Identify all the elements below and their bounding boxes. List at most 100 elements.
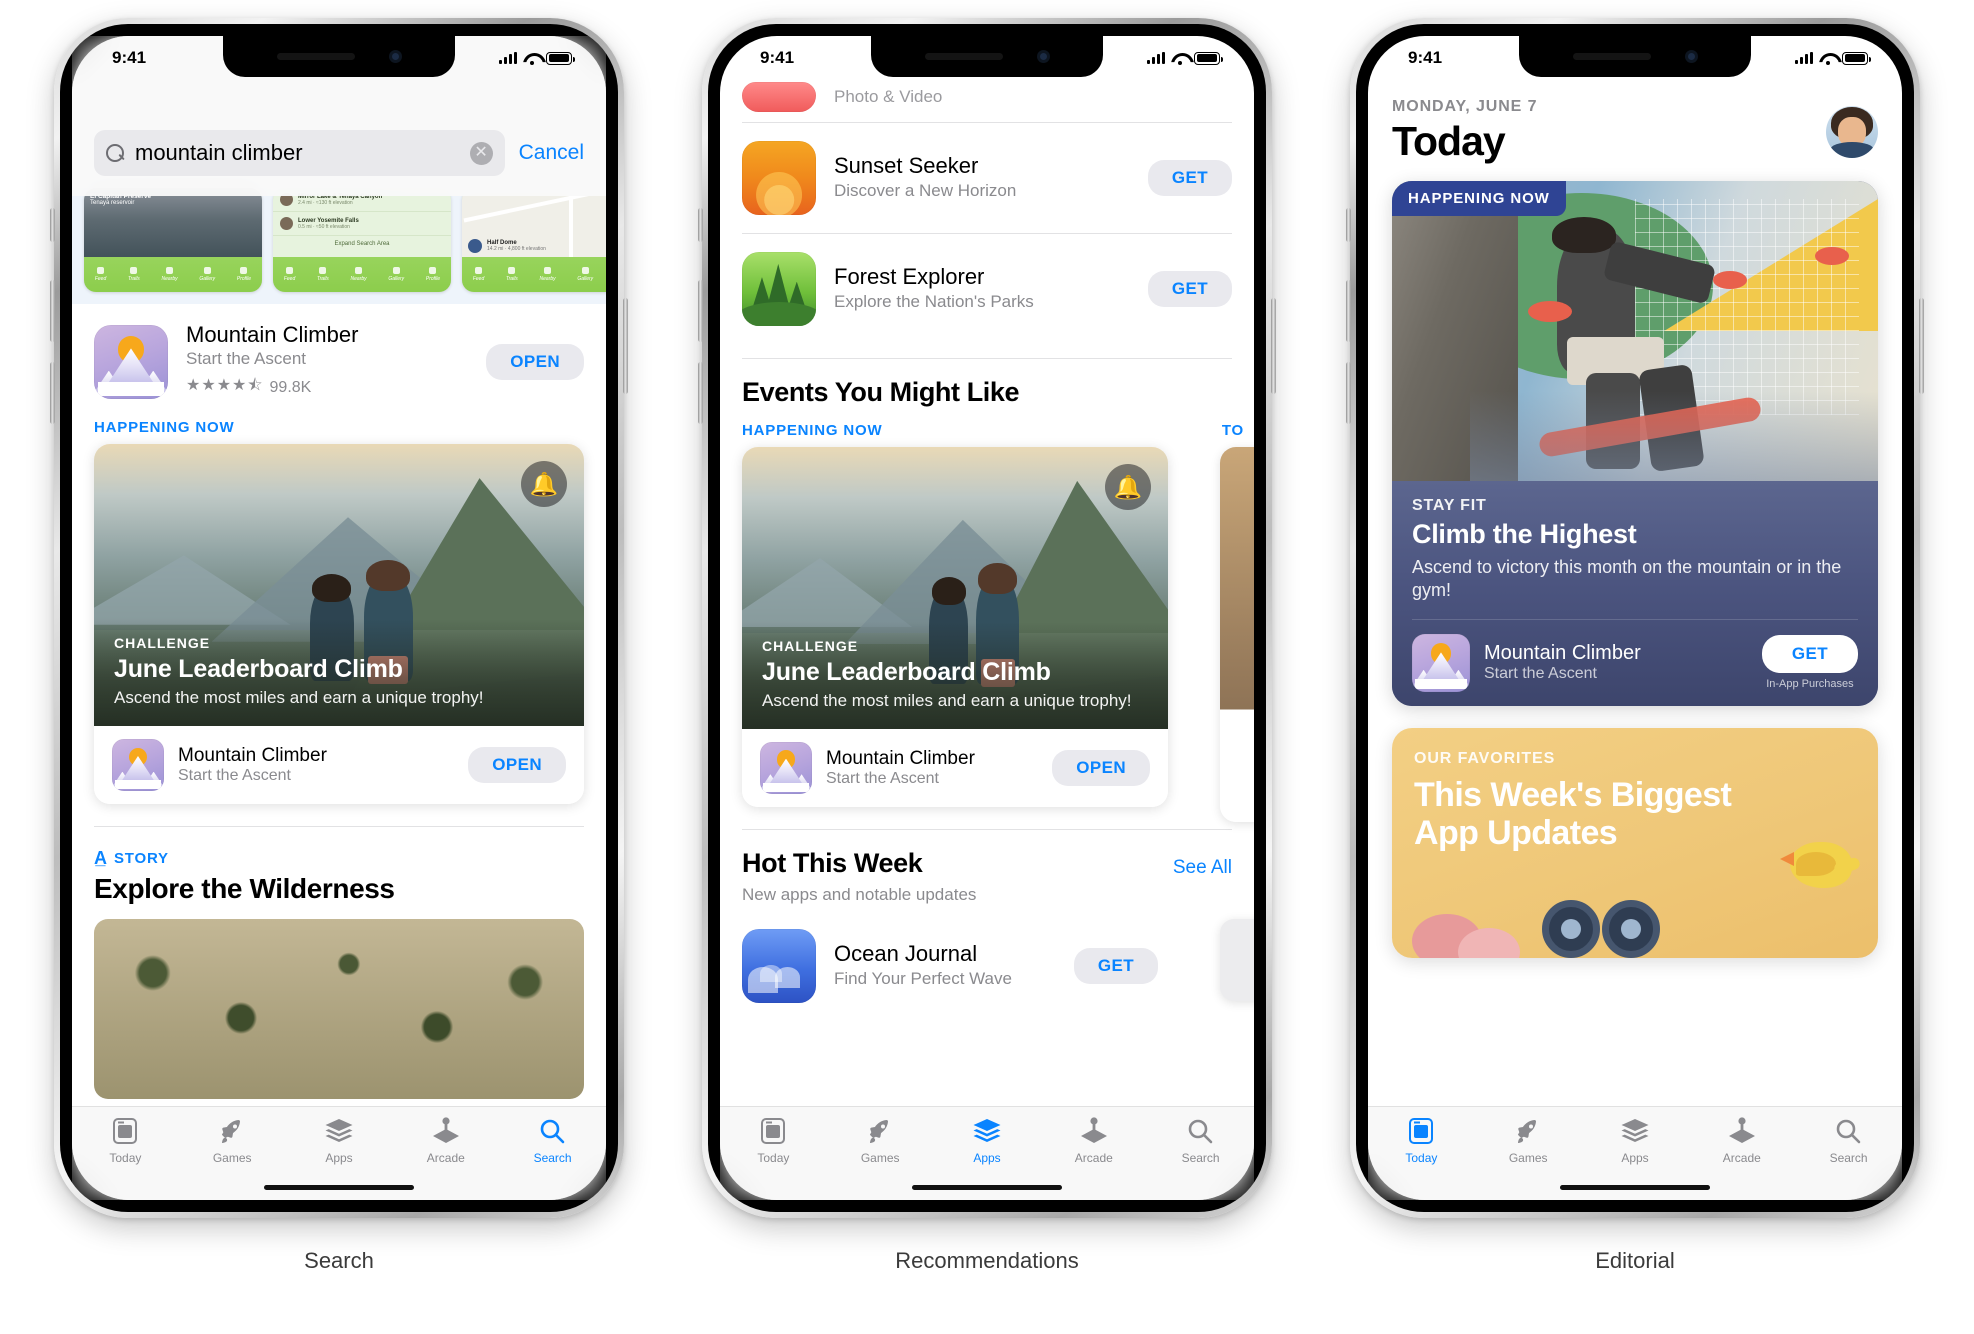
our-favorites-card[interactable]: OUR FAVORITES This Week's Biggest App Up…	[1392, 727, 1878, 958]
binoculars-illustration	[1542, 886, 1672, 958]
story-title: Explore the Wilderness	[94, 873, 395, 905]
tab-apps[interactable]: Apps	[1582, 1116, 1689, 1165]
home-indicator[interactable]	[264, 1185, 414, 1190]
get-button[interactable]: GET	[1147, 160, 1232, 196]
app-list-row[interactable]: Ocean Journal Find Your Perfect Wave GET	[720, 911, 1254, 1021]
power-button[interactable]	[623, 298, 628, 394]
bell-icon[interactable]: 🔔	[521, 461, 567, 508]
event-title: June Leaderboard Climb	[762, 658, 1051, 686]
tab-apps[interactable]: Apps	[286, 1116, 393, 1165]
get-button[interactable]: GET	[1761, 635, 1858, 674]
search-result-row[interactable]: Mountain Climber Start the Ascent ★★★★⯪ …	[72, 304, 606, 419]
hero-app-row[interactable]: Mountain Climber Start the Ascent GET In…	[1412, 618, 1858, 692]
home-indicator[interactable]	[1560, 1185, 1710, 1190]
today-hero-card[interactable]: HAPPENING NOW STAY FIT Climb the Highest…	[1392, 181, 1878, 706]
hero-illustration	[1392, 181, 1878, 481]
tab-today[interactable]: Today	[720, 1116, 827, 1165]
clear-icon[interactable]: ✕	[469, 141, 493, 165]
app-list-row[interactable]: Forest Explorer Explore the Nation's Par…	[720, 234, 1254, 344]
story-image[interactable]	[94, 919, 584, 1100]
trail-detail: 0.5 mi · ≈50 ft elevation	[298, 223, 350, 230]
favorites-title-line2: App Updates	[1414, 813, 1618, 852]
favorites-title-line1: This Week's Biggest	[1414, 775, 1732, 814]
shot-tab: Feed	[94, 275, 107, 282]
tab-today[interactable]: Today	[72, 1116, 179, 1165]
events-section-header: Events You Might Like	[720, 359, 1254, 412]
tab-label: Search	[1829, 1151, 1868, 1165]
map-pin-detail: 14.2 mi · 4,800 ft elevation	[487, 245, 546, 252]
cancel-button[interactable]: Cancel	[519, 141, 584, 165]
volume-down-button[interactable]	[698, 362, 703, 424]
app-name: Mountain Climber	[1484, 642, 1641, 665]
phone-frame-2: Photo & Video Sunset Seeker Discover a N…	[698, 18, 1276, 1218]
hero-title: Climb the Highest	[1412, 519, 1637, 549]
event-card[interactable]: 🔔 CHALLENGE June Leaderboard Climb Ascen…	[94, 444, 584, 805]
screenshot-thumb[interactable]: Half Dome 14.2 mi · 4,800 ft elevation F…	[462, 188, 606, 292]
tab-search[interactable]: Search	[499, 1116, 606, 1165]
shot-tab: Trails	[127, 275, 140, 282]
tab-search[interactable]: Search	[1147, 1116, 1254, 1165]
tab-games[interactable]: Games	[827, 1116, 934, 1165]
event-hero-image: 🔔 CHALLENGE June Leaderboard Climb Ascen…	[94, 444, 584, 727]
tab-arcade[interactable]: Arcade	[1688, 1116, 1795, 1165]
mountain-climber-icon	[760, 742, 812, 794]
phone-frame-1: El Capitan Preserve Tenaya reservoir Fee…	[50, 18, 628, 1218]
get-button[interactable]: GET	[1147, 271, 1232, 307]
app-name: Mountain Climber	[186, 322, 359, 347]
avatar[interactable]	[1826, 106, 1878, 158]
tab-arcade[interactable]: Arcade	[392, 1116, 499, 1165]
tab-search[interactable]: Search	[1795, 1116, 1902, 1165]
search-input[interactable]: mountain climber ✕	[94, 130, 505, 176]
open-button[interactable]: OPEN	[1052, 750, 1150, 786]
notch	[223, 36, 455, 77]
tab-apps[interactable]: Apps	[934, 1116, 1041, 1165]
event-card[interactable]: 🔔 CHALLENGE June Leaderboard Climb Ascen…	[742, 447, 1168, 807]
open-button[interactable]: OPEN	[468, 747, 566, 784]
bell-icon[interactable]: 🔔	[1105, 464, 1151, 510]
event-app-row[interactable]: Mountain Climber Start the Ascent OPEN	[94, 726, 584, 805]
bird-illustration	[1756, 826, 1862, 896]
see-all-link[interactable]: See All	[1173, 857, 1232, 879]
volume-up-button[interactable]	[50, 280, 55, 342]
mountain-climber-icon	[1412, 633, 1470, 692]
get-button[interactable]: GET	[1073, 948, 1158, 984]
arcade-joystick-icon	[1727, 1116, 1757, 1146]
mute-switch[interactable]	[50, 208, 55, 242]
tab-today[interactable]: Today	[1368, 1116, 1475, 1165]
story-kicker: A̲ STORY	[72, 849, 606, 873]
power-button[interactable]	[1919, 298, 1924, 394]
home-indicator[interactable]	[912, 1185, 1062, 1190]
tab-label: Apps	[1621, 1151, 1649, 1165]
power-button[interactable]	[1271, 298, 1276, 394]
caption-editorial: Editorial	[1595, 1248, 1675, 1273]
battery-icon	[546, 51, 575, 65]
screenshot-subtitle: Tenaya reservoir	[90, 200, 135, 206]
next-event-card-peek[interactable]	[1220, 447, 1254, 822]
volume-down-button[interactable]	[1346, 362, 1351, 424]
section-title: Hot This Week	[742, 848, 923, 878]
tab-games[interactable]: Games	[1475, 1116, 1582, 1165]
trail-detail: 2.4 mi · ≈130 ft elevation	[298, 199, 353, 206]
volume-up-button[interactable]	[1346, 280, 1351, 342]
screen-2: Photo & Video Sunset Seeker Discover a N…	[720, 36, 1254, 1200]
tab-games[interactable]: Games	[179, 1116, 286, 1165]
tab-arcade[interactable]: Arcade	[1040, 1116, 1147, 1165]
story-label: STORY	[114, 849, 169, 867]
app-list-row[interactable]: Sunset Seeker Discover a New Horizon GET	[720, 123, 1254, 233]
app-subtitle: Discover a New Horizon	[834, 180, 1017, 200]
search-icon	[1835, 1116, 1862, 1146]
screenshot-carousel[interactable]: El Capitan Preserve Tenaya reservoir Fee…	[72, 188, 606, 304]
next-app-card-peek[interactable]	[1220, 919, 1254, 1001]
search-icon	[106, 143, 125, 163]
shot-tab: Profile	[236, 275, 252, 282]
app-subtitle: Start the Ascent	[826, 770, 939, 787]
volume-up-button[interactable]	[698, 280, 703, 342]
open-button[interactable]: OPEN	[486, 343, 584, 380]
event-app-row[interactable]: Mountain Climber Start the Ascent OPEN	[742, 729, 1168, 807]
cellular-signal-icon	[499, 52, 517, 64]
screenshot-thumb[interactable]: El Capitan Preserve Tenaya reservoir Fee…	[84, 188, 262, 292]
mute-switch[interactable]	[1346, 208, 1351, 242]
volume-down-button[interactable]	[50, 362, 55, 424]
mute-switch[interactable]	[698, 208, 703, 242]
screenshot-thumb[interactable]: Mirror Lake & Tenaya Canyon 2.4 mi · ≈13…	[273, 188, 451, 292]
